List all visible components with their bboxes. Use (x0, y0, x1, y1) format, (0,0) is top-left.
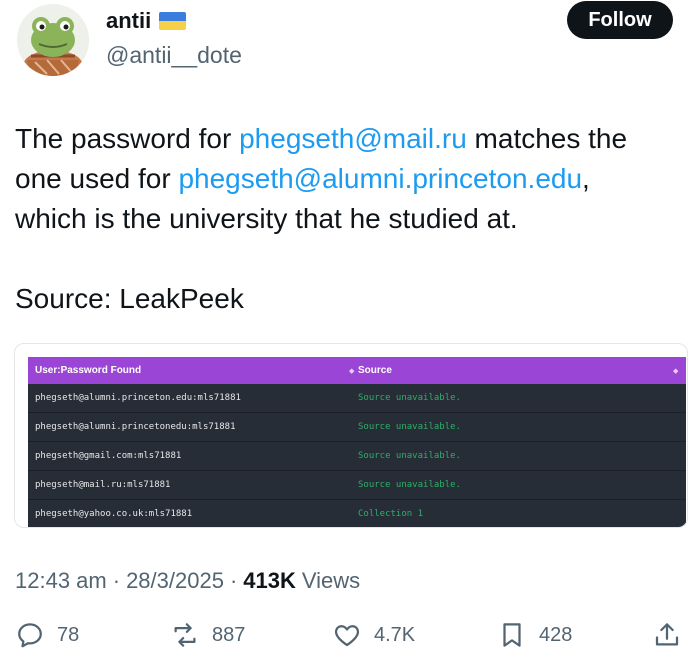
frog-avatar-image (17, 4, 89, 76)
tweet-time[interactable]: 12:43 am (15, 568, 107, 594)
row-user-password: phegseth@alumni.princeton.edu:mls71881 (35, 393, 241, 403)
views-label: Views (301, 568, 361, 593)
row-source: Collection 1 (358, 509, 424, 519)
row-user-password: phegseth@gmail.com:mls71881 (35, 451, 182, 461)
meta-separator: · (229, 568, 238, 593)
row-user-password: phegseth@yahoo.co.uk:mls71881 (35, 509, 193, 519)
tweet-text-segment: The password for (15, 123, 240, 154)
table-row: phegseth@alumni.princeton.edu:mls71881 S… (28, 384, 686, 413)
row-source: Source unavailable. (358, 393, 461, 403)
tweet-line-3: which is the university that he studied … (15, 203, 518, 234)
reply-button[interactable]: 78 (15, 620, 79, 650)
tweet-source-line: Source: LeakPeek (15, 283, 244, 314)
repost-count: 887 (212, 623, 246, 646)
action-bar: 78 887 4.7K 428 (0, 620, 700, 660)
reply-count: 78 (57, 623, 80, 646)
like-count: 4.7K (374, 623, 416, 646)
leak-table: User:Password Found ◆ Source ◆ phegseth@… (28, 357, 686, 527)
bookmark-count: 428 (539, 623, 573, 646)
attached-image[interactable]: User:Password Found ◆ Source ◆ phegseth@… (14, 343, 688, 528)
table-row: phegseth@mail.ru:mls71881 Source unavail… (28, 471, 686, 500)
reply-icon (18, 623, 42, 648)
column-header-source: Source (358, 365, 392, 376)
avatar[interactable] (17, 4, 89, 76)
row-source: Source unavailable. (358, 422, 461, 432)
sort-icon: ◆ (349, 367, 355, 375)
tweet-text-segment: matches the (466, 123, 628, 154)
email-link-mailru[interactable]: phegseth@mail.ru (239, 123, 467, 154)
tweet-line-2: one used for phegseth@alumni.princeton.e… (15, 159, 675, 199)
row-source: Source unavailable. (358, 451, 461, 461)
table-row: phegseth@gmail.com:mls71881 Source unava… (28, 442, 686, 471)
email-link-princeton[interactable]: phegseth@alumni.princeton.edu (178, 163, 582, 194)
heart-icon (334, 625, 360, 647)
tweet-header: antii @antii__dote Follow (14, 0, 686, 90)
row-source: Source unavailable. (358, 480, 461, 490)
column-header-user-password: User:Password Found (35, 365, 142, 376)
tweet-line-1: The password for phegseth@mail.ru matche… (15, 119, 675, 159)
table-row: phegseth@yahoo.co.uk:mls71881 Collection… (28, 500, 686, 527)
leak-table-header: User:Password Found ◆ Source ◆ (28, 357, 686, 384)
meta-separator: · (112, 568, 121, 593)
author-name[interactable]: antii (106, 8, 151, 34)
tweet-text-segment: one used for (15, 163, 179, 194)
share-icon (655, 623, 679, 646)
author-handle[interactable]: @antii__dote (106, 42, 242, 69)
follow-button[interactable]: Follow (567, 1, 673, 39)
author-name-row: antii (106, 8, 187, 34)
views-count: 413K (243, 568, 296, 593)
tweet-date[interactable]: 28/3/2025 (126, 568, 224, 594)
repost-button[interactable]: 887 (170, 620, 245, 650)
tweet-meta: 12:43 am · 28/3/2025 · 413K Views (15, 568, 360, 594)
share-button[interactable] (652, 620, 682, 650)
row-user-password: phegseth@mail.ru:mls71881 (35, 480, 171, 490)
bookmark-button[interactable]: 428 (497, 620, 572, 650)
sort-icon: ◆ (673, 367, 679, 375)
ukraine-flag-icon (159, 12, 187, 30)
tweet-text: The password for phegseth@mail.ru matche… (15, 119, 675, 239)
bookmark-icon (503, 623, 521, 647)
repost-icon (174, 623, 196, 647)
row-user-password: phegseth@alumni.princetonedu:mls71881 (35, 422, 236, 432)
table-row: phegseth@alumni.princetonedu:mls71881 So… (28, 413, 686, 442)
tweet-text-segment: , (582, 163, 590, 194)
like-button[interactable]: 4.7K (332, 620, 415, 650)
